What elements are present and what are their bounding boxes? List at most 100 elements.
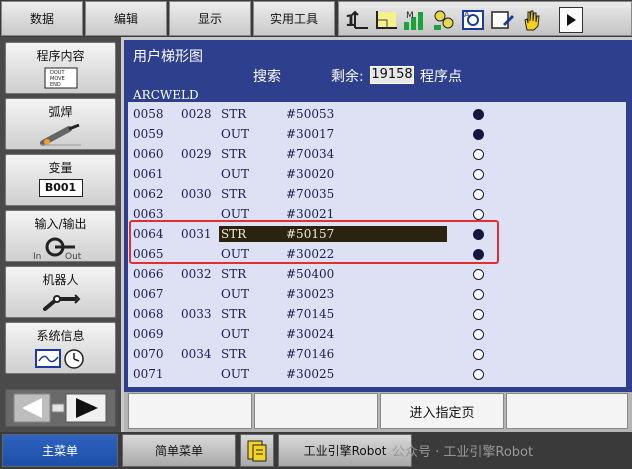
sidebar-item-robot[interactable]: 机器人 [5, 266, 116, 318]
sidebar-item-label: 程序内容 [36, 49, 85, 63]
status-off-icon [473, 149, 484, 160]
remaining-count: 19158 [370, 66, 414, 84]
sidebar-item-label: 输入/输出 [34, 217, 87, 231]
function-key-2[interactable] [254, 393, 378, 429]
goto-page-button[interactable]: 进入指定页 [380, 393, 504, 429]
step-number: 0032 [181, 267, 212, 281]
table-row[interactable]: 0061 OUT #30020 [128, 164, 626, 184]
line-number: 0071 [133, 367, 164, 381]
table-row[interactable]: 0070 0034 STR #70146 [128, 344, 626, 364]
instruction: STR [221, 347, 247, 361]
table-row[interactable]: 0071 OUT #30025 [128, 364, 626, 384]
table-row[interactable]: 0059 OUT #30017 [128, 124, 626, 144]
relay-address: #50053 [286, 107, 335, 121]
main-menu-button[interactable]: 主菜单 [2, 434, 118, 467]
instruction: OUT [221, 127, 249, 141]
clipboard-icon [247, 440, 267, 461]
table-row[interactable]: 0066 0032 STR #50400 [128, 264, 626, 284]
sidebar-item-label: 系统信息 [36, 329, 85, 343]
relay-address: #30021 [286, 207, 335, 221]
remaining-unit: 程序点 [420, 69, 462, 85]
sidebar-item-arc-weld[interactable]: 弧焊 [5, 98, 116, 150]
simple-menu-button[interactable]: 简单菜单 [122, 434, 236, 467]
bottom-bar: 主菜单 简单菜单 工业引擎Robot [0, 432, 632, 469]
table-row[interactable]: 0069 OUT #30024 [128, 324, 626, 344]
status-off-icon [473, 369, 484, 380]
coordinate-icon[interactable]: 1 [343, 6, 371, 33]
relay-address: #70145 [286, 307, 335, 321]
relay-address: #30024 [286, 327, 335, 341]
step-number: 0029 [181, 147, 212, 161]
table-row[interactable]: 0060 0029 STR #70034 [128, 144, 626, 164]
table-row[interactable]: 0058 0028 STR #50053 [128, 104, 626, 124]
menu-edit-button[interactable]: 编辑 [85, 1, 167, 36]
menu-utility-button[interactable]: 实用工具 [253, 1, 335, 36]
multi-window-button[interactable] [240, 434, 274, 467]
sidebar-item-label: 变量 [48, 161, 73, 175]
table-row[interactable]: 0068 0033 STR #70145 [128, 304, 626, 324]
system-monitor-icon [34, 349, 84, 369]
relay-address: #30020 [286, 167, 335, 181]
relay-address: #70146 [286, 347, 335, 361]
status-off-icon [473, 329, 484, 340]
instruction: OUT [221, 167, 249, 181]
teach-mode-icon[interactable] [430, 6, 458, 33]
status-off-icon [473, 169, 484, 180]
status-off-icon [473, 289, 484, 300]
instruction: OUT [221, 367, 249, 381]
welding-torch-icon [39, 123, 81, 146]
function-key-4[interactable] [506, 393, 628, 429]
relay-address: #30023 [286, 287, 335, 301]
status-off-icon [473, 349, 484, 360]
page-title: 用户梯形图 [133, 49, 203, 65]
table-row[interactable]: 0067 OUT #30023 [128, 284, 626, 304]
svg-text:In: In [33, 252, 41, 261]
sidebar-item-io[interactable]: 输入/输出 In Out [5, 210, 116, 262]
edit-lock-icon[interactable] [488, 6, 516, 33]
line-number: 0070 [133, 347, 164, 361]
line-number: 0061 [133, 167, 164, 181]
io-connector-icon: In Out [33, 237, 82, 261]
panel-header: 用户梯形图 搜索 剩余: 19158 程序点 ARCWELD [124, 40, 632, 102]
status-off-icon [473, 209, 484, 220]
line-number: 0062 [133, 187, 164, 201]
ladder-panel: 用户梯形图 搜索 剩余: 19158 程序点 ARCWELD 0058 0028 S… [124, 40, 632, 392]
robot-link-icon[interactable]: A [459, 6, 487, 33]
relay-address: #30017 [286, 127, 335, 141]
status-off-icon [473, 269, 484, 280]
remaining-label: 剩余: [331, 69, 364, 85]
svg-text:M: M [406, 11, 414, 21]
table-row[interactable]: 0062 0030 STR #70035 [128, 184, 626, 204]
relay-address: #30025 [286, 367, 335, 381]
status-toolbar: 1 M A [338, 1, 632, 36]
step-number: 0034 [181, 347, 212, 361]
hand-select-icon[interactable] [517, 6, 545, 33]
watermark: 公众号 · 工业引擎Robot [392, 445, 534, 460]
play-icon[interactable] [559, 7, 583, 33]
status-off-icon [473, 189, 484, 200]
function-key-1[interactable] [128, 393, 252, 429]
instruction: OUT [221, 287, 249, 301]
sidebar-item-system-info[interactable]: 系统信息 [5, 322, 116, 374]
sidebar-item-job-content[interactable]: 程序内容 DOUT MOVE END [5, 42, 116, 94]
status-on-icon [473, 129, 484, 140]
left-sidebar: 程序内容 DOUT MOVE END 弧焊 变量 B001 输入/输出 In O… [0, 37, 121, 432]
instruction: OUT [221, 207, 249, 221]
status-on-icon [473, 109, 484, 120]
instruction: STR [221, 187, 247, 201]
step-number: 0033 [181, 307, 212, 321]
svg-text:Out: Out [65, 252, 82, 261]
search-button[interactable]: 搜索 [253, 66, 281, 86]
sidebar-item-variable[interactable]: 变量 B001 [5, 154, 116, 206]
speed-level-icon[interactable]: M [401, 6, 429, 33]
instruction: STR [221, 267, 247, 281]
sidebar-item-label: 机器人 [42, 273, 79, 287]
relay-address: #70034 [286, 147, 335, 161]
menu-data-button[interactable]: 数据 [1, 1, 83, 36]
line-number: 0060 [133, 147, 164, 161]
svg-text:END: END [50, 82, 61, 88]
line-number: 0059 [133, 127, 164, 141]
job-document-icon: DOUT MOVE END [44, 67, 77, 89]
axis-frame-icon[interactable] [372, 6, 400, 33]
menu-display-button[interactable]: 显示 [169, 1, 251, 36]
